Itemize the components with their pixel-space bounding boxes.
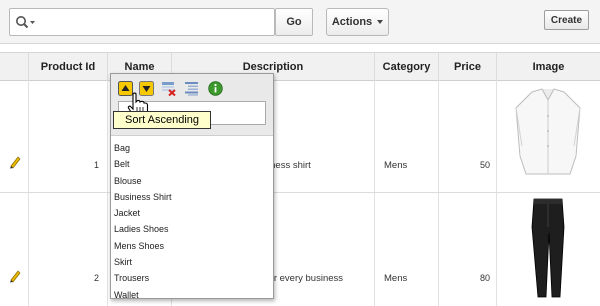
create-button[interactable]: Create <box>544 10 589 30</box>
actions-label: Actions <box>331 16 373 28</box>
list-item[interactable]: Wallet <box>111 287 273 303</box>
control-break-icon[interactable] <box>184 81 199 96</box>
column-header-product-id[interactable]: Product Id <box>29 53 108 81</box>
product-image-shirt <box>515 88 581 175</box>
remove-column-icon[interactable] <box>161 81 176 96</box>
category-cell: Mens <box>384 273 408 284</box>
pencil-icon[interactable] <box>8 155 22 169</box>
table-row: 2 e for every business Mens 80 <box>0 193 600 306</box>
product-image-trousers <box>531 198 565 298</box>
column-values-list: Bag Belt Blouse Business Shirt Jacket La… <box>111 140 273 303</box>
actions-menu-button[interactable]: Actions <box>326 8 389 36</box>
list-item[interactable]: Skirt <box>111 254 273 270</box>
caret-down-icon <box>377 20 384 24</box>
table-row: 1 usiness shirt Mens 50 <box>0 81 600 193</box>
product-id-cell: 1 <box>94 160 100 170</box>
column-header-price[interactable]: Price <box>439 53 497 81</box>
list-item[interactable]: Mens Shoes <box>111 238 273 254</box>
table-header: Product Id Name Description Category Pri… <box>0 52 600 81</box>
list-item[interactable]: Business Shirt <box>111 189 273 205</box>
list-item[interactable]: Bag <box>111 140 273 156</box>
search-icon[interactable] <box>15 15 37 31</box>
edit-column-header <box>0 53 29 81</box>
column-header-category[interactable]: Category <box>375 53 439 81</box>
help-icon[interactable] <box>208 81 223 96</box>
category-cell: Mens <box>384 160 408 171</box>
go-button[interactable]: Go <box>275 8 313 36</box>
list-item[interactable]: Blouse <box>111 173 273 189</box>
price-cell: 50 <box>480 160 491 170</box>
list-item[interactable]: Belt <box>111 156 273 172</box>
list-item[interactable]: Jacket <box>111 205 273 221</box>
column-header-image[interactable]: Image <box>497 53 600 81</box>
search-field[interactable] <box>9 8 275 36</box>
price-cell: 80 <box>480 273 491 283</box>
pencil-icon[interactable] <box>8 269 22 283</box>
list-item[interactable]: Ladies Shoes <box>111 221 273 237</box>
list-item[interactable]: Trousers <box>111 270 273 286</box>
sort-ascending-tooltip: Sort Ascending <box>113 111 211 129</box>
report-toolbar: Go Actions Create <box>0 0 600 44</box>
product-id-cell: 2 <box>94 273 100 283</box>
